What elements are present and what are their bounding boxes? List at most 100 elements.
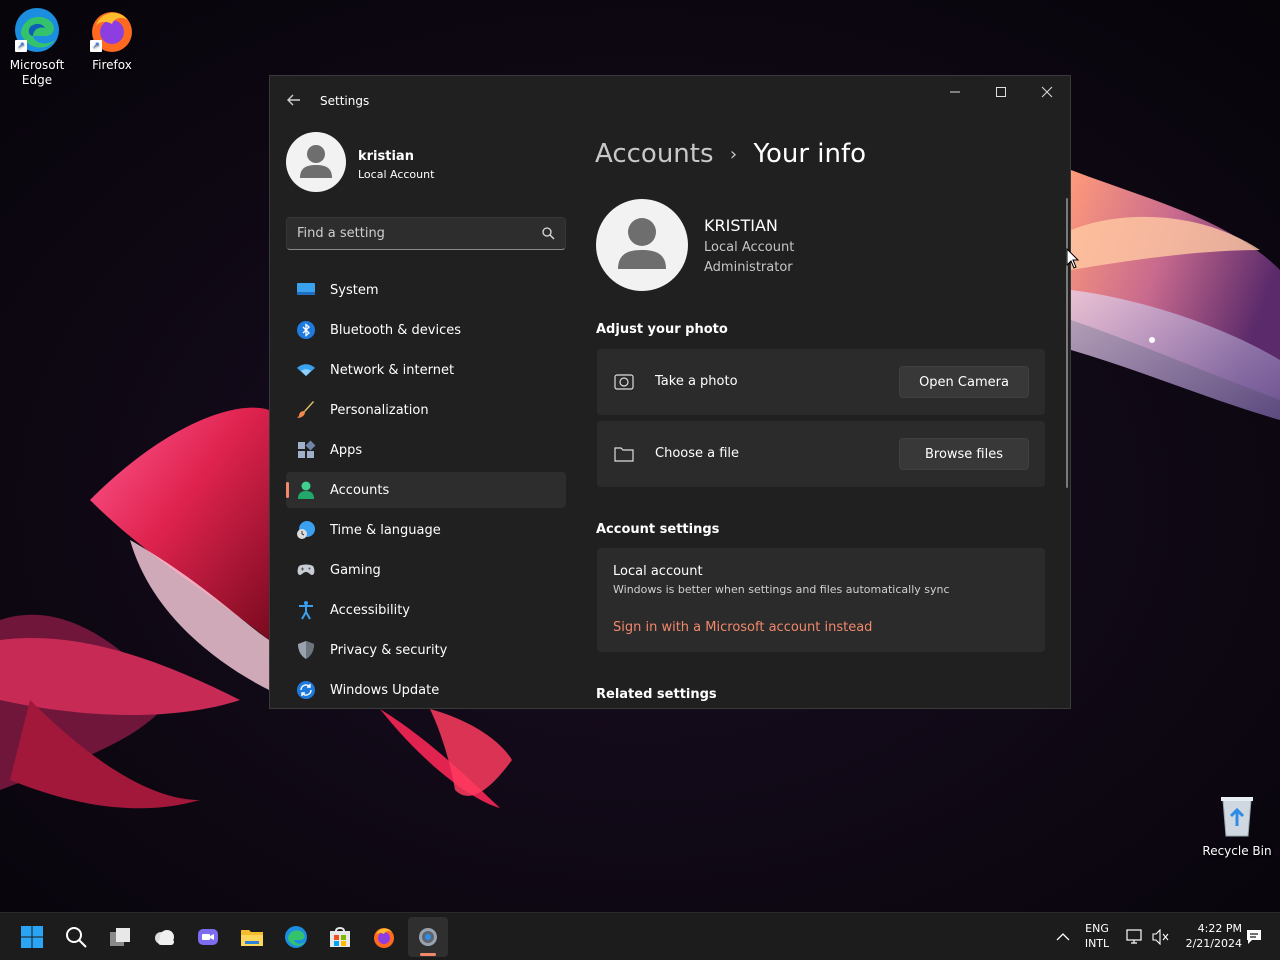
volume-muted-icon[interactable] [1152,929,1170,945]
sidebar-item-label: Bluetooth & devices [330,322,461,338]
search-icon[interactable] [542,227,555,240]
widgets-button[interactable] [144,917,184,957]
breadcrumb-parent-link[interactable]: Accounts [595,139,714,169]
clock[interactable]: 4:22 PM 2/21/2024 [1178,922,1242,950]
sidebar-item-windows-update[interactable]: Windows Update [286,672,566,708]
avatar [286,132,346,192]
user-account-type: Local Account [704,240,795,255]
sidebar-item-label: Windows Update [330,682,440,698]
desktop-icon-label: Firefox [92,58,132,72]
desktop-icon-recycle-bin[interactable]: Recycle Bin [1200,792,1274,859]
chevron-up-icon[interactable] [1056,932,1070,942]
title-bar[interactable]: Settings [270,76,1070,124]
firefox-icon [374,928,394,948]
search-input[interactable] [287,218,527,249]
content-scrollbar[interactable] [1066,198,1068,488]
sidebar-item-privacy-security[interactable]: Privacy & security [286,632,566,668]
user-avatar [596,199,688,291]
keyboard-layout: INTL [1084,937,1110,950]
sidebar-profile[interactable]: kristian Local Account [286,132,566,196]
maximize-button[interactable] [978,76,1024,108]
monitor-icon [297,283,315,295]
search-button[interactable] [56,917,96,957]
search-box[interactable] [286,217,566,250]
task-view-button[interactable] [100,917,140,957]
close-icon [1041,86,1053,98]
sidebar-item-gaming[interactable]: Gaming [286,552,566,588]
browse-files-button[interactable]: Browse files [899,438,1029,470]
sidebar-nav: System Bluetooth & devices Network & int… [286,272,566,708]
update-icon [297,681,315,699]
settings-window: Settings kristian Local Account Find a s… [269,75,1071,709]
settings-taskbar-button[interactable] [408,917,448,957]
page-title: Your info [753,139,867,169]
desktop-icon-edge[interactable]: ↗ Microsoft Edge [0,6,74,88]
app-title: Settings [320,94,370,108]
profile-name: kristian [358,149,414,164]
edge-taskbar-button[interactable] [276,917,316,957]
recycle-bin-icon [1213,792,1261,840]
sidebar-item-bluetooth[interactable]: Bluetooth & devices [286,312,566,348]
edge-icon [285,926,307,948]
brush-icon [297,401,314,418]
sidebar-item-accounts[interactable]: Accounts [286,472,566,508]
folder-icon [614,447,634,462]
local-account-card: Local account Windows is better when set… [597,548,1045,652]
local-account-description: Windows is better when settings and file… [613,583,950,596]
choose-file-label: Choose a file [655,446,740,461]
sidebar-item-label: System [330,282,379,298]
clock-time: 4:22 PM [1197,922,1242,935]
sidebar-item-label: Network & internet [330,362,455,378]
language-code: ENG [1085,922,1109,935]
folder-icon [241,930,263,946]
language-indicator[interactable]: ENG INTL [1080,922,1114,950]
firefox-icon: ↗ [88,6,136,54]
profile-account-type: Local Account [358,168,435,181]
firefox-taskbar-button[interactable] [364,917,404,957]
close-button[interactable] [1024,76,1070,108]
person-avatar-icon [618,218,666,269]
local-account-title: Local account [613,564,703,579]
notification-icon[interactable] [1246,928,1262,946]
chevron-right-icon: › [729,143,738,165]
search-icon [66,927,87,948]
gear-icon [419,928,437,946]
section-title-adjust-photo: Adjust your photo [596,322,728,337]
sidebar-item-label: Time & language [330,522,441,538]
sidebar-item-network[interactable]: Network & internet [286,352,566,388]
sidebar-item-label: Gaming [330,562,381,578]
sign-in-microsoft-account-link[interactable]: Sign in with a Microsoft account instead [613,620,872,635]
sidebar-item-label: Apps [330,442,363,458]
chat-camera-icon [198,929,218,945]
edge-icon: ↗ [13,6,61,54]
sidebar-item-time-language[interactable]: Time & language [286,512,566,548]
section-title-account-settings: Account settings [596,522,720,537]
sidebar-item-system[interactable]: System [286,272,566,308]
microsoft-store-button[interactable] [320,917,360,957]
sidebar-item-accessibility[interactable]: Accessibility [286,592,566,628]
section-title-related-settings: Related settings [596,687,717,702]
desktop-icon-firefox[interactable]: ↗ Firefox [75,6,149,73]
sidebar-item-apps[interactable]: Apps [286,432,566,468]
open-camera-button[interactable]: Open Camera [899,366,1029,398]
desktop-icon-label: Edge [21,73,53,87]
file-explorer-button[interactable] [232,917,272,957]
desktop-icon-label: Recycle Bin [1202,844,1272,858]
shortcut-arrow-icon: ↗ [15,40,27,52]
sidebar-item-personalization[interactable]: Personalization [286,392,566,428]
sidebar-item-label: Accessibility [330,602,410,618]
teams-chat-button[interactable] [188,917,228,957]
minimize-icon [950,91,960,93]
arrow-left-icon [287,94,300,106]
sidebar-item-label: Privacy & security [330,642,448,658]
network-icon[interactable] [1126,929,1144,945]
sidebar-item-label: Accounts [330,482,390,498]
take-photo-card: Take a photo Open Camera [597,349,1045,415]
taskbar: ENG INTL 4:22 PM 2/21/2024 [0,912,1280,960]
clock-date: 2/21/2024 [1185,937,1242,950]
back-button[interactable] [282,88,306,112]
maximize-icon [996,87,1006,97]
start-button[interactable] [12,917,52,957]
minimize-button[interactable] [932,76,978,108]
store-bag-icon [330,927,350,947]
